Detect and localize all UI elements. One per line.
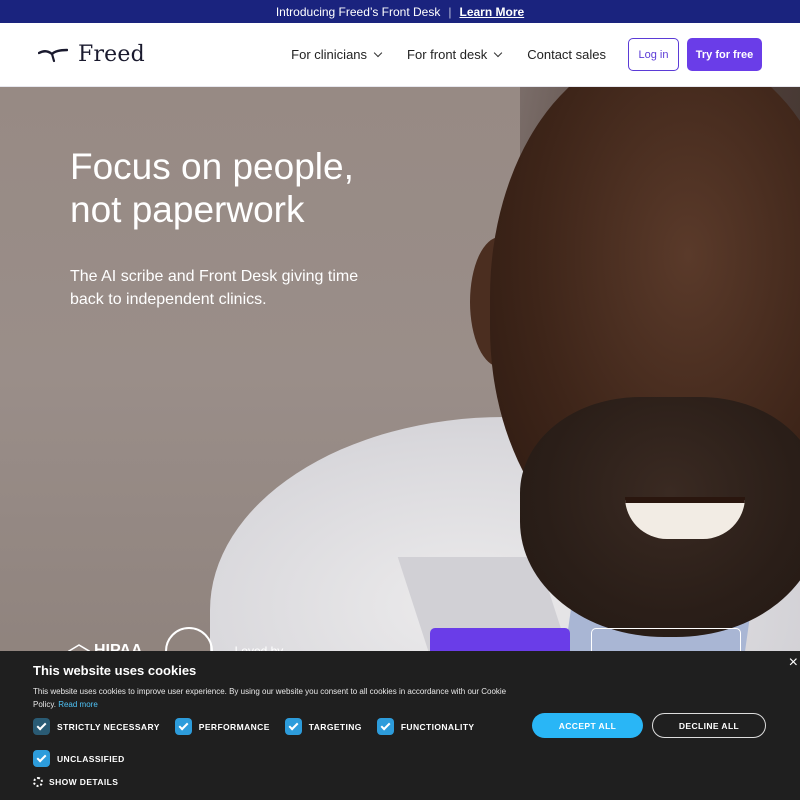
cookie-title: This website uses cookies: [33, 663, 197, 678]
cookie-banner: × This website uses cookies This website…: [0, 651, 800, 800]
chevron-down-icon: [493, 48, 503, 57]
cookie-category-label: STRICTLY NECESSARY: [57, 721, 160, 732]
check-icon: [380, 720, 391, 731]
cookie-performance[interactable]: PERFORMANCE: [174, 718, 270, 735]
hero-title: Focus on people, not paperwork: [70, 145, 354, 231]
checkbox-functionality[interactable]: [376, 718, 394, 735]
cookie-targeting[interactable]: TARGETING: [284, 718, 362, 735]
cookie-functionality[interactable]: FUNCTIONALITY: [376, 718, 475, 735]
hero-title-line-2: not paperwork: [70, 189, 305, 230]
login-button[interactable]: Log in: [628, 38, 679, 71]
accept-all-button[interactable]: ACCEPT ALL: [532, 713, 643, 738]
cookie-category-row-2: UNCLASSIFIED: [33, 750, 125, 767]
top-nav: Freed For clinicians For front desk Cont…: [0, 23, 800, 87]
learn-more-link[interactable]: Learn More: [459, 5, 524, 19]
cookie-description-text: This website uses cookies to improve use…: [33, 687, 507, 709]
cookie-category-label: FUNCTIONALITY: [400, 721, 475, 732]
nav-for-clinicians[interactable]: For clinicians: [291, 47, 383, 62]
check-icon: [36, 752, 47, 763]
hero-subtitle: The AI scribe and Front Desk giving time…: [70, 268, 359, 308]
show-details-label: SHOW DETAILS: [49, 777, 119, 787]
freed-bird-icon: [38, 48, 68, 62]
close-icon[interactable]: ×: [789, 655, 798, 671]
read-more-link[interactable]: Read more: [58, 700, 98, 709]
try-for-free-button[interactable]: Try for free: [687, 38, 762, 71]
check-icon: [178, 720, 189, 731]
freed-logo[interactable]: Freed: [38, 42, 145, 67]
announcement-separator: |: [448, 4, 452, 19]
check-icon: [288, 720, 299, 731]
nav-for-front-desk-label: For front desk: [407, 47, 488, 62]
cookie-description: This website uses cookies to improve use…: [33, 685, 523, 711]
checkbox-targeting[interactable]: [284, 718, 302, 735]
chevron-down-icon: [373, 48, 383, 57]
nav-links: For clinicians For front desk Contact sa…: [291, 47, 606, 62]
nav-contact-sales[interactable]: Contact sales: [527, 47, 606, 62]
gear-icon: [33, 777, 43, 787]
nav-contact-sales-label: Contact sales: [527, 47, 606, 62]
cookie-category-row: STRICTLY NECESSARY PERFORMANCE TARGETING…: [33, 718, 474, 735]
nav-for-front-desk[interactable]: For front desk: [407, 47, 503, 62]
cookie-category-label: UNCLASSIFIED: [57, 753, 125, 764]
cookie-strictly-necessary: STRICTLY NECESSARY: [33, 718, 160, 735]
announcement-bar: Introducing Freed’s Front Desk | Learn M…: [0, 0, 800, 23]
checkbox-unclassified[interactable]: [33, 750, 50, 767]
cookie-unclassified[interactable]: UNCLASSIFIED: [33, 750, 125, 767]
decline-all-button[interactable]: DECLINE ALL: [652, 713, 766, 738]
nav-for-clinicians-label: For clinicians: [291, 47, 368, 62]
checkbox-performance[interactable]: [174, 718, 192, 735]
check-icon: [36, 720, 47, 731]
show-details-toggle[interactable]: SHOW DETAILS: [33, 777, 118, 787]
announcement-text: Introducing Freed’s Front Desk: [275, 4, 441, 19]
cookie-category-label: PERFORMANCE: [198, 721, 270, 732]
logo-text: Freed: [78, 42, 145, 67]
checkbox-strictly-necessary: [33, 718, 50, 735]
hero-title-line-1: Focus on people,: [70, 146, 354, 187]
cookie-category-label: TARGETING: [308, 721, 362, 732]
